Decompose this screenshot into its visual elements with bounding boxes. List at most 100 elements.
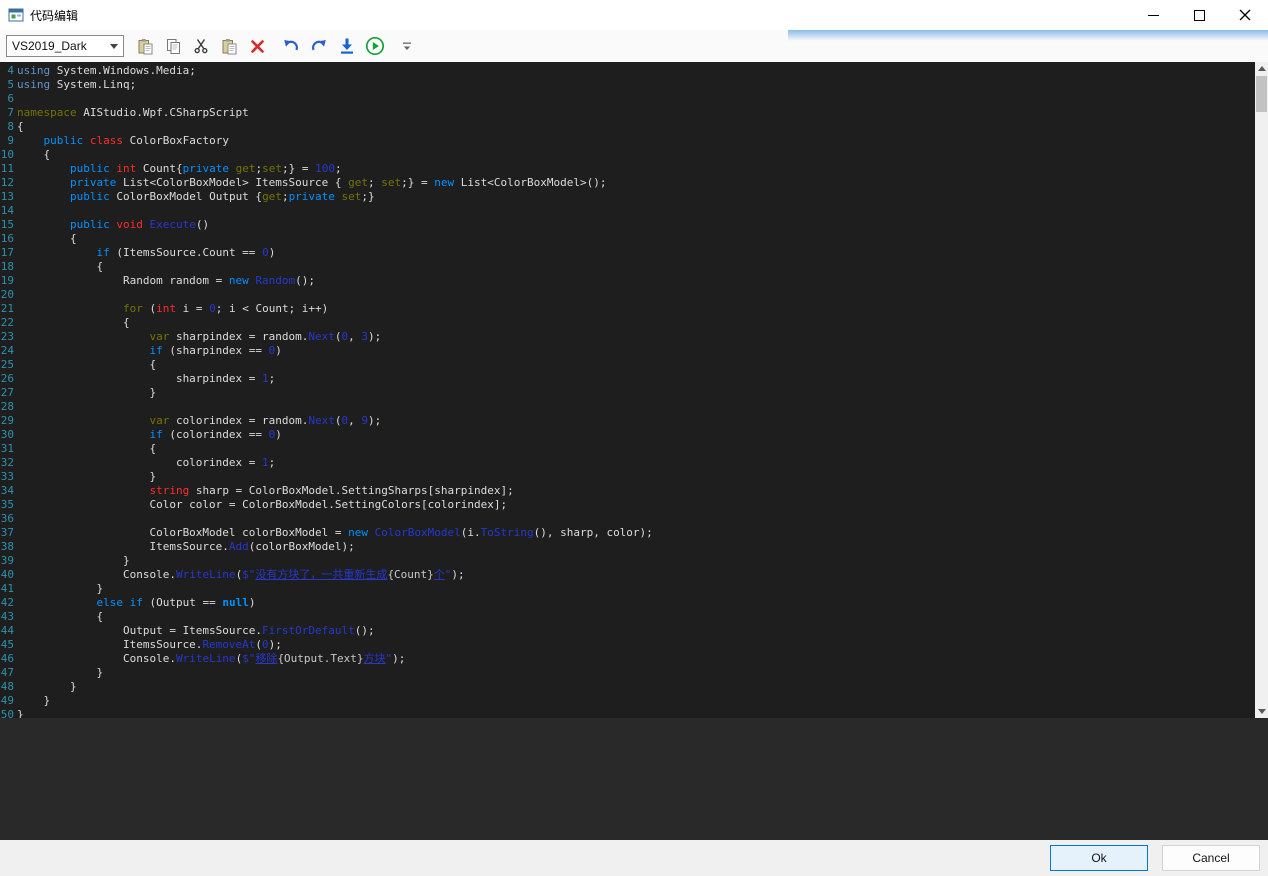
maximize-icon: [1194, 10, 1205, 21]
code-line: 6: [0, 92, 1255, 106]
line-number: 14: [0, 204, 14, 218]
paste-button[interactable]: [132, 33, 158, 59]
clear-button[interactable]: [244, 33, 270, 59]
code-line: 30 if (colorindex == 0): [0, 428, 1255, 442]
footer-bar: Ok Cancel: [0, 840, 1268, 876]
code-line: 46 Console.WriteLine($"移除{Output.Text}方块…: [0, 652, 1255, 666]
undo-button[interactable]: [278, 33, 304, 59]
ok-button[interactable]: Ok: [1050, 845, 1148, 871]
undo-arrow-icon: [282, 37, 300, 55]
code-line: 31 {: [0, 442, 1255, 456]
code-text: Console.WriteLine($"没有方块了，一共重新生成{Count}个…: [14, 568, 465, 582]
code-line: 39 }: [0, 554, 1255, 568]
line-number: 33: [0, 470, 14, 484]
code-text: sharpindex = 1;: [14, 372, 275, 386]
line-number: 49: [0, 694, 14, 708]
code-text: {: [14, 358, 156, 372]
code-line: 37 ColorBoxModel colorBoxModel = new Col…: [0, 526, 1255, 540]
code-line: 38 ItemsSource.Add(colorBoxModel);: [0, 540, 1255, 554]
code-line: 11 public int Count{private get;set;} = …: [0, 162, 1255, 176]
scrollbar-down-button[interactable]: [1255, 705, 1268, 718]
code-line: 7namespace AIStudio.Wpf.CSharpScript: [0, 106, 1255, 120]
line-number: 46: [0, 652, 14, 666]
overflow-button[interactable]: [394, 34, 420, 60]
chevron-down-icon: [110, 44, 118, 49]
code-text: else if (Output == null): [14, 596, 255, 610]
code-text: using System.Linq;: [14, 78, 136, 92]
cut-button[interactable]: [188, 33, 214, 59]
redo-arrow-icon: [310, 37, 328, 55]
code-line: 24 if (sharpindex == 0): [0, 344, 1255, 358]
code-text: [14, 512, 17, 526]
cancel-button[interactable]: Cancel: [1162, 845, 1260, 871]
code-line: 42 else if (Output == null): [0, 596, 1255, 610]
code-line: 12 private List<ColorBoxModel> ItemsSour…: [0, 176, 1255, 190]
code-text: {: [14, 120, 24, 134]
line-number: 22: [0, 316, 14, 330]
code-line: 13 public ColorBoxModel Output {get;priv…: [0, 190, 1255, 204]
code-line: 20: [0, 288, 1255, 302]
line-number: 41: [0, 582, 14, 596]
code-line: 28: [0, 400, 1255, 414]
close-icon: [1239, 9, 1251, 21]
line-number: 17: [0, 246, 14, 260]
editor-vertical-scrollbar[interactable]: [1255, 62, 1268, 718]
line-number: 18: [0, 260, 14, 274]
line-number: 44: [0, 624, 14, 638]
scrollbar-thumb[interactable]: [1256, 76, 1267, 112]
code-line: 15 public void Execute(): [0, 218, 1255, 232]
import-button[interactable]: [334, 33, 360, 59]
code-text: Color color = ColorBoxModel.SettingColor…: [14, 498, 507, 512]
code-line: 14: [0, 204, 1255, 218]
line-number: 4: [0, 64, 14, 78]
run-button[interactable]: [362, 33, 388, 59]
code-line: 47 }: [0, 666, 1255, 680]
code-text: private List<ColorBoxModel> ItemsSource …: [14, 176, 606, 190]
code-text: [14, 400, 17, 414]
copy-button[interactable]: [160, 33, 186, 59]
paste-button-alt[interactable]: [216, 33, 242, 59]
line-number: 6: [0, 92, 14, 106]
code-text: public ColorBoxModel Output {get;private…: [14, 190, 375, 204]
line-number: 34: [0, 484, 14, 498]
scroll-up-icon: [1258, 66, 1266, 71]
code-text: using System.Windows.Media;: [14, 64, 196, 78]
line-number: 47: [0, 666, 14, 680]
code-line: 17 if (ItemsSource.Count == 0): [0, 246, 1255, 260]
line-number: 40: [0, 568, 14, 582]
scrollbar-up-button[interactable]: [1255, 62, 1268, 75]
code-line: 40 Console.WriteLine($"没有方块了，一共重新生成{Coun…: [0, 568, 1255, 582]
code-editor[interactable]: 4using System.Windows.Media;5using Syste…: [0, 62, 1268, 718]
code-line: 25 {: [0, 358, 1255, 372]
app-icon: [8, 7, 24, 23]
theme-select[interactable]: VS2019_Dark: [6, 35, 124, 57]
code-text: {: [14, 610, 103, 624]
code-text: for (int i = 0; i < Count; i++): [14, 302, 328, 316]
code-text: {: [14, 316, 130, 330]
download-arrow-icon: [338, 37, 356, 55]
maximize-button[interactable]: [1176, 0, 1222, 30]
code-text: if (ItemsSource.Count == 0): [14, 246, 275, 260]
line-number: 50: [0, 708, 14, 718]
line-number: 27: [0, 386, 14, 400]
close-button[interactable]: [1222, 0, 1268, 30]
redo-button[interactable]: [306, 33, 332, 59]
code-text: [14, 288, 17, 302]
line-number: 12: [0, 176, 14, 190]
line-number: 23: [0, 330, 14, 344]
line-number: 35: [0, 498, 14, 512]
line-number: 7: [0, 106, 14, 120]
scissors-icon: [193, 38, 209, 54]
code-text: {: [14, 148, 50, 162]
minimize-button[interactable]: [1130, 0, 1176, 30]
line-number: 10: [0, 148, 14, 162]
theme-select-value: VS2019_Dark: [12, 39, 87, 53]
toolbar: VS2019_Dark: [0, 30, 1268, 62]
window-controls: [1130, 0, 1268, 30]
code-line: 21 for (int i = 0; i < Count; i++): [0, 302, 1255, 316]
line-number: 28: [0, 400, 14, 414]
window-title: 代码编辑: [30, 7, 78, 24]
code-line: 18 {: [0, 260, 1255, 274]
line-number: 36: [0, 512, 14, 526]
code-text: }: [14, 582, 103, 596]
